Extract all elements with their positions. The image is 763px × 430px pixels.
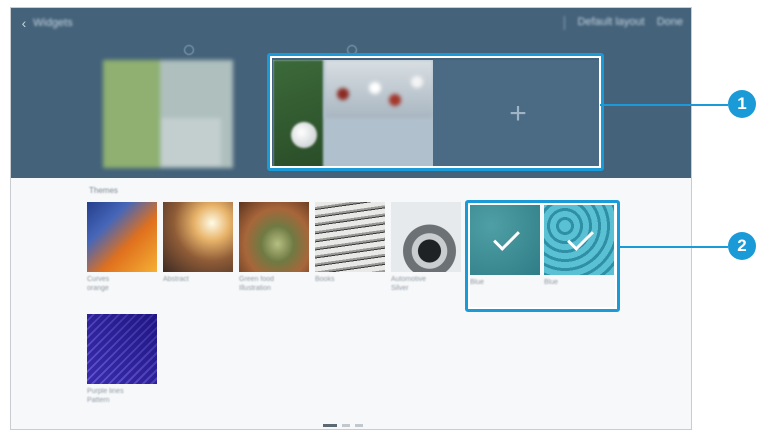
highlight-box-1 [267,53,604,171]
action-bar-actions: Default layout Done [564,16,683,30]
page-dot [342,424,350,427]
theme-tile[interactable]: Curves orange [87,202,157,293]
device-screen: ‹ Widgets Default layout Done + Themes C… [10,7,692,430]
callout-line-1 [600,104,728,106]
theme-tile[interactable]: Green food Illustration [239,202,309,293]
theme-tile[interactable]: Abstract [163,202,233,284]
theme-thumbnail [163,202,233,272]
callout-badge-2: 2 [728,232,756,260]
page-dot [355,424,363,427]
theme-thumbnail [391,202,461,272]
page-indicator [323,424,363,427]
action-bar: ‹ Widgets Default layout Done [11,8,691,38]
callout-line-2 [619,246,728,248]
theme-thumbnail [315,202,385,272]
theme-caption: Automotive Silver [391,276,427,292]
theme-tile[interactable]: Books [315,202,385,284]
default-layout-button[interactable]: Default layout [577,16,644,30]
chevron-left-icon[interactable]: ‹ [17,15,31,31]
theme-thumbnail [87,314,157,384]
theme-thumbnail [87,202,157,272]
theme-tile[interactable]: Automotive Silver [391,202,461,293]
theme-caption: Purple lines Pattern [87,388,124,404]
theme-caption: Green food Illustration [239,276,275,292]
theme-caption: Abstract [163,276,189,283]
page-title[interactable]: Widgets [33,17,73,29]
theme-tile[interactable]: Purple lines Pattern [87,314,157,405]
home-panel-preview[interactable] [103,60,233,168]
theme-caption: Books [315,276,335,283]
theme-thumbnail [239,202,309,272]
home-marker-icon [184,45,194,55]
section-label: Themes [89,186,118,195]
divider [564,16,566,30]
theme-caption: Curves orange [87,276,110,292]
callout-badge-1: 1 [728,90,756,118]
page-dot-active [323,424,337,427]
home-screen-editor: ‹ Widgets Default layout Done + [11,8,691,178]
highlight-box-2 [465,200,620,312]
done-button[interactable]: Done [657,16,683,30]
panel-widget [161,118,221,166]
